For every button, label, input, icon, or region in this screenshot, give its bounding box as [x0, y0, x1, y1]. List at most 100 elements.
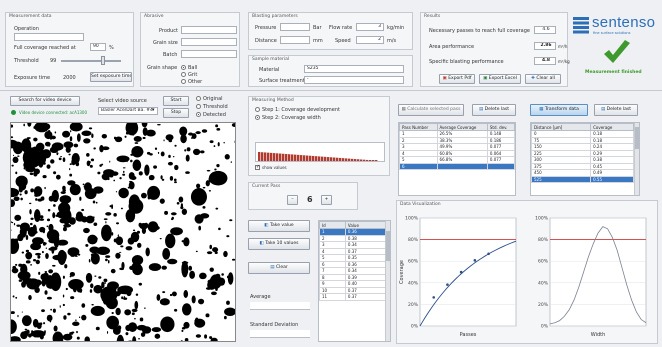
- value-table-row[interactable]: 11 0.37: [319, 293, 388, 301]
- distance-input[interactable]: [280, 36, 310, 44]
- width-delete-last-button[interactable]: ▤ Delete last: [594, 104, 638, 116]
- method-radio-step1[interactable]: [255, 107, 260, 112]
- view-radio-detected[interactable]: [196, 112, 201, 117]
- preview-bar: [312, 155, 315, 161]
- operation-input[interactable]: [14, 33, 84, 41]
- brand-tagline: fine surface solutions: [593, 31, 631, 35]
- take-10-values-label: Take 10 values: [265, 241, 299, 246]
- device-status-text: Video device connected: acA1300: [19, 110, 88, 115]
- plot-area: [419, 217, 517, 327]
- grain-size-input[interactable]: [181, 38, 237, 46]
- transform-icon: ▦: [539, 107, 544, 112]
- threshold-slider-thumb[interactable]: [101, 56, 105, 65]
- calculator-icon: ▦: [401, 107, 406, 112]
- preview-bar: [372, 160, 375, 161]
- preview-bar: [279, 153, 282, 161]
- area-performance-unit: m²/h: [558, 44, 568, 49]
- average-label: Average: [250, 294, 271, 300]
- clear-all-button[interactable]: ✚ Clear all: [525, 74, 561, 84]
- material-label: Material: [259, 67, 280, 73]
- value-table-scroll-thumb[interactable]: [386, 231, 390, 261]
- preview-bar: [288, 154, 291, 161]
- full-coverage-input[interactable]: 90: [90, 43, 106, 51]
- current-pass-value: 6: [307, 195, 313, 204]
- preview-bar: [291, 154, 294, 161]
- stop-button[interactable]: Stop: [163, 108, 189, 118]
- coverage-development-chart: 0% 20% 40% 60% 80% 100% Passes Coverage: [399, 216, 517, 338]
- preview-bar: [354, 159, 357, 161]
- y-tick-label: 100%: [535, 216, 549, 222]
- x-axis-label: Width: [591, 332, 606, 338]
- threshold-slider[interactable]: [61, 60, 121, 62]
- pass-increment-button[interactable]: +: [321, 195, 332, 205]
- coverage-table: Pass Number Average Coverage Std. dev. 1…: [399, 123, 515, 170]
- width-table-scrollbar[interactable]: [634, 123, 639, 195]
- width-header-coverage[interactable]: Coverage: [590, 123, 634, 131]
- start-button[interactable]: Start: [163, 96, 189, 106]
- value-table-scrollbar[interactable]: [385, 221, 390, 341]
- pass-decrement-button[interactable]: –: [287, 195, 298, 205]
- data-point: [432, 296, 436, 299]
- view-radio-threshold[interactable]: [196, 104, 201, 109]
- clear-values-button[interactable]: ▤ Clear: [248, 262, 310, 274]
- preview-bar: [258, 152, 261, 161]
- coverage-header-pass[interactable]: Pass Number: [399, 123, 438, 131]
- preview-bar: [327, 157, 330, 161]
- view-radio-original[interactable]: [196, 96, 201, 101]
- surface-treatment-input[interactable]: -: [304, 76, 404, 84]
- width-header-distance[interactable]: Distance [µm]: [531, 123, 592, 131]
- shape-radio-grit[interactable]: [181, 72, 186, 77]
- export-excel-button[interactable]: ▣ Export Excel: [479, 74, 521, 84]
- export-pdf-button[interactable]: ▣ Export Pdf: [439, 74, 475, 84]
- preview-bar: [306, 155, 309, 161]
- width-table-row[interactable]: 525 0.55: [531, 175, 634, 183]
- product-input[interactable]: [181, 26, 237, 34]
- excel-icon: ▣: [483, 76, 488, 81]
- method-radio-step2[interactable]: [255, 115, 260, 120]
- coverage-table-row[interactable]: 6: [399, 162, 515, 170]
- shape-radio-other[interactable]: [181, 79, 186, 84]
- preview-bar: [270, 152, 273, 161]
- preview-bar: [261, 152, 264, 161]
- batch-input[interactable]: [181, 50, 237, 58]
- chevron-down-icon[interactable]: ▾: [152, 107, 155, 113]
- batch-label: Batch: [163, 52, 178, 58]
- coverage-header-std[interactable]: Std. dev.: [486, 123, 515, 131]
- material-input[interactable]: S235: [304, 65, 404, 73]
- width-table-scroll-thumb[interactable]: [635, 127, 639, 149]
- measurement-status: Measurement finished: [585, 70, 642, 75]
- shape-radio-ball[interactable]: [181, 65, 186, 70]
- method-option-step2: Step 2: Coverage width: [262, 115, 321, 121]
- take-value-button[interactable]: ◧ Take value: [248, 220, 310, 232]
- preview-bar: [369, 160, 372, 161]
- video-source-select[interactable]: Basler Ace/Dart Ba. #4: [98, 107, 158, 115]
- flow-rate-input[interactable]: 3: [356, 23, 384, 31]
- method-option-step1: Step 1: Coverage development: [262, 107, 340, 113]
- abrasive-panel: Abrasive Product Grain size Batch Grain …: [140, 12, 240, 87]
- export-pdf-label: Export Pdf: [448, 76, 472, 81]
- width-preview-bars: [258, 152, 378, 161]
- average-output: [250, 302, 310, 310]
- preview-bar: [333, 157, 336, 161]
- pressure-input[interactable]: [280, 23, 310, 31]
- calculate-pass-button[interactable]: ▦ Calculate selected pass: [398, 104, 464, 116]
- transform-data-button[interactable]: ▦ Transform data: [530, 104, 588, 116]
- preview-bar: [300, 155, 303, 161]
- shape-option-other: Other: [188, 79, 203, 85]
- value-table-header-id[interactable]: Id: [319, 221, 346, 229]
- take-10-values-button[interactable]: ◧ Take 10 values: [248, 238, 310, 250]
- speed-unit: m/s: [387, 38, 397, 44]
- value-table-header-value[interactable]: Value: [344, 221, 388, 229]
- coverage-header-average[interactable]: Average Coverage: [436, 123, 488, 131]
- search-video-device-button[interactable]: Search for video device: [10, 96, 80, 106]
- speed-input[interactable]: 2: [356, 36, 384, 44]
- passes-output: 4.6: [534, 26, 556, 34]
- show-values-checkbox[interactable]: [255, 164, 260, 170]
- coverage-delete-last-button[interactable]: ▤ Delete last: [472, 104, 516, 116]
- distance-unit: mm: [313, 38, 323, 44]
- camera-view[interactable]: [10, 122, 236, 342]
- set-exposure-button[interactable]: Set exposure time: [90, 72, 132, 82]
- preview-bar: [345, 158, 348, 161]
- y-tick-label: 80%: [538, 237, 549, 243]
- width-table-row-cell: 0.55: [590, 175, 634, 183]
